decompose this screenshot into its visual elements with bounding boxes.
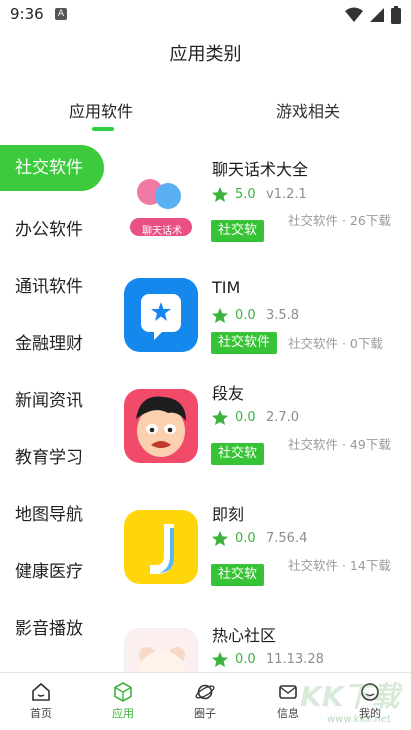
planet-icon — [195, 684, 215, 700]
sidebar-item-communication[interactable]: 通讯软件 — [15, 272, 83, 297]
tab-games[interactable]: 游戏相关 — [276, 98, 340, 122]
sidebar-item-media[interactable]: 影音播放 — [15, 614, 83, 639]
battery-icon — [391, 6, 401, 24]
app-rating: 0.0 — [235, 308, 256, 323]
sidebar-item-office[interactable]: 办公软件 — [15, 215, 83, 240]
app-icon-caption: 聊天话术 — [142, 226, 182, 237]
app-rating: 0.0 — [235, 652, 256, 667]
status-bar: 9:36 A — [0, 0, 411, 30]
app-name: TIM — [212, 278, 241, 297]
nav-home[interactable]: 首页 — [11, 681, 71, 721]
tim-star-icon — [124, 278, 198, 352]
nav-label: 圈子 — [194, 707, 216, 720]
app-rating: 0.0 — [235, 531, 256, 546]
cube-icon — [114, 682, 132, 702]
cartoon-face-icon — [124, 389, 198, 463]
sidebar-item-finance[interactable]: 金融理财 — [15, 329, 83, 354]
app-list-item[interactable]: TIM 0.0 3.5.8 社交软件 社交软件 · 0下载 — [120, 272, 405, 372]
app-name: 热心社区 — [212, 626, 277, 645]
category-tag: 社交软件 — [211, 332, 278, 354]
nav-label: 首页 — [30, 707, 52, 720]
app-list-item[interactable]: 即刻 0.0 7.56.4 社交软 社交软件 · 14下载 — [120, 497, 405, 607]
app-meta: 社交软件 · 26下载 — [288, 213, 391, 228]
app-version: 11.13.28 — [266, 652, 324, 667]
sidebar-item-education[interactable]: 教育学习 — [15, 443, 83, 468]
nav-label: 应用 — [112, 707, 134, 720]
watermark-url: www.kkx.net — [327, 714, 391, 725]
bear-icon — [124, 628, 198, 672]
app-version: 2.7.0 — [266, 410, 300, 425]
hearts-chat-icon: 聊天话术 — [124, 168, 198, 242]
status-icons — [345, 6, 401, 24]
home-icon — [32, 682, 50, 701]
active-tab-indicator — [92, 127, 114, 131]
sidebar-item-news[interactable]: 新闻资讯 — [15, 386, 83, 411]
app-name: 聊天话术大全 — [212, 160, 309, 179]
app-name: 即刻 — [212, 505, 245, 524]
app-rating: 5.0 — [235, 187, 256, 202]
mail-icon — [279, 685, 297, 699]
app-list-item[interactable]: 热心社区 0.0 11.13.28 — [120, 618, 405, 672]
sidebar-item-health[interactable]: 健康医疗 — [15, 557, 83, 582]
notification-app-icon: A — [55, 8, 67, 20]
wifi-icon — [345, 7, 363, 22]
tab-apps[interactable]: 应用软件 — [69, 98, 133, 122]
jike-j-icon — [124, 510, 198, 584]
app-rating: 0.0 — [235, 410, 256, 425]
signal-icon — [370, 8, 384, 22]
app-meta: 社交软件 · 49下载 — [288, 437, 391, 452]
app-meta: 社交软件 · 0下载 — [288, 336, 383, 351]
watermark-logo: KK下载 — [300, 680, 400, 713]
nav-circle[interactable]: 圈子 — [175, 681, 235, 721]
star-icon — [212, 652, 228, 667]
star-icon — [212, 187, 228, 202]
page-title: 应用类别 — [169, 44, 242, 65]
app-name: 段友 — [212, 384, 245, 403]
app-list-item[interactable]: 段友 0.0 2.7.0 社交软 社交软件 · 49下载 — [120, 375, 405, 485]
app-version: 3.5.8 — [266, 308, 300, 323]
category-tag: 社交软 — [211, 220, 265, 242]
star-icon — [212, 410, 228, 425]
status-time: 9:36 — [10, 5, 44, 23]
sidebar-item-maps[interactable]: 地图导航 — [15, 500, 83, 525]
app-list-item[interactable]: 聊天话术 聊天话术大全 5.0 v1.2.1 社交软 社交软件 · 26下载 — [120, 150, 405, 260]
app-version: v1.2.1 — [266, 187, 307, 202]
app-version: 7.56.4 — [266, 531, 308, 546]
category-tag: 社交软 — [211, 564, 265, 586]
app-meta: 社交软件 · 14下载 — [288, 558, 391, 573]
sidebar-item-social[interactable]: 社交软件 — [0, 145, 104, 191]
star-icon — [212, 531, 228, 546]
star-icon — [212, 308, 228, 323]
nav-apps[interactable]: 应用 — [93, 681, 153, 721]
category-tag: 社交软 — [211, 443, 265, 465]
